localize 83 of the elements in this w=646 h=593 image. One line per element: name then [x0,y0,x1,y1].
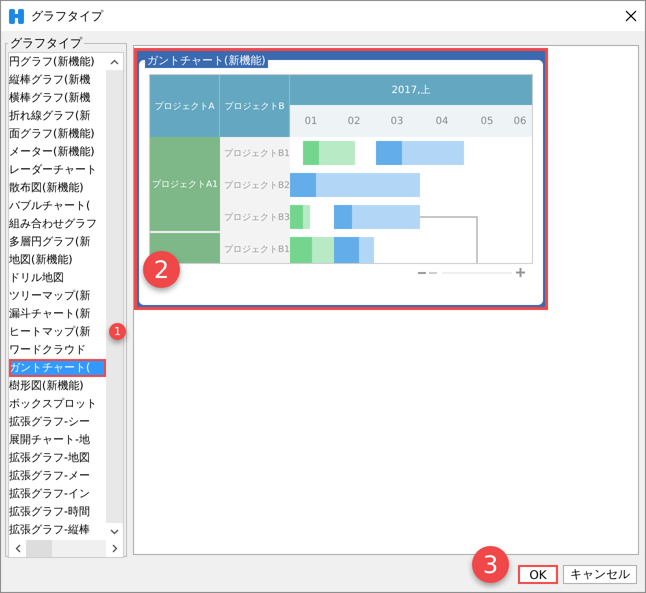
item-label: 縦棒グラフ(新機 [9,72,90,88]
item-label: ガントチャート( [9,360,90,376]
column-header: プロジェクトA [150,75,220,138]
chart-type-item[interactable]: 横棒グラフ(新機 [9,89,106,108]
item-label: 樹形図(新機能) [9,378,84,394]
item-label: ドリル地図 [9,270,64,286]
app-logo-icon [9,8,25,24]
chart-type-item[interactable]: ドリル地図 [9,269,106,288]
chart-type-item[interactable]: 拡張グラフ-シー [9,413,106,432]
item-label: 拡張グラフ-縦棒 [9,522,90,538]
chart-type-item[interactable]: 樹形図(新機能) [9,377,106,396]
item-label: 展開チャート-地 [9,432,90,448]
item-label: 折れ線グラフ(新 [9,108,90,124]
chart-type-item[interactable]: 地図(新機能) [9,251,106,270]
item-label: 横棒グラフ(新機 [9,90,90,106]
horizontal-scrollbar[interactable] [9,540,123,558]
chart-type-item[interactable]: 円グラフ(新機能) [9,53,106,72]
item-label: 拡張グラフ-メー [9,468,90,484]
chart-type-item[interactable]: 拡張グラフ-時間 [9,503,106,522]
item-label: 散布図(新機能) [9,180,84,196]
month-label: 05 [480,116,494,127]
chart-type-item[interactable]: バブルチャート( [9,197,106,216]
chart-type-item[interactable]: 拡張グラフ-縦棒 [9,521,106,540]
scroll-down-icon[interactable] [110,528,119,535]
chart-type-item[interactable]: ツリーマップ(新 [9,287,106,306]
item-label: 拡張グラフ-シー [9,414,90,430]
chart-type-item[interactable]: 展開チャート-地 [9,431,106,450]
task-cell: プロジェクトB1 [220,233,290,264]
month-label: 06 [514,116,526,127]
chart-type-item[interactable]: レーダーチャート [9,161,106,180]
chart-type-item[interactable]: 面グラフ(新機能) [9,125,106,144]
group-label: グラフタイプ [9,35,84,52]
item-label: 組み合わせグラフ [9,216,97,232]
column-header: プロジェクトB [220,75,290,138]
chart-type-item[interactable]: 拡張グラフ-メー [9,467,106,486]
month-label: 02 [348,116,360,127]
close-icon[interactable] [625,10,637,22]
scroll-right-icon[interactable] [112,544,118,554]
preview-title: ガントチャート(新機能) [145,53,268,68]
item-label: ボックスプロット [9,396,97,412]
zoom-out-icon[interactable] [418,270,438,275]
item-label: 地図(新機能) [9,252,73,268]
task-cell: プロジェクトB2 [220,169,290,202]
item-label: バブルチャート( [9,198,90,214]
item-label: メーター(新機能) [9,144,95,160]
task-cell: プロジェクトB3 [220,201,290,234]
chart-type-item[interactable]: 多層円グラフ(新 [9,233,106,252]
task-cell: プロジェクトB1 [220,137,290,170]
item-label: 拡張グラフ-地図 [9,450,90,466]
chart-type-item[interactable]: 組み合わせグラフ [9,215,106,234]
chart-type-item[interactable]: 漏斗チャート(新 [9,305,106,324]
month-label: 01 [304,116,318,127]
chart-type-item[interactable]: ボックスプロット [9,395,106,414]
item-label: 拡張グラフ-時間 [9,504,90,520]
chart-type-item[interactable]: 縦棒グラフ(新機 [9,71,106,90]
item-label: 面グラフ(新機能) [9,126,95,142]
chart-type-item[interactable]: ワードクラウド [9,341,106,360]
zoom-in-icon[interactable] [516,268,525,278]
chart-type-item[interactable]: 拡張グラフ-地図 [9,449,106,468]
item-label: 円グラフ(新機能) [9,54,95,70]
chart-type-item[interactable]: 折れ線グラフ(新 [9,107,106,126]
item-label: ワードクラウド [9,342,86,358]
month-label: 04 [436,116,448,127]
window-title: グラフタイプ [31,8,104,25]
step-badge: 3 [472,546,509,583]
item-label: レーダーチャート [9,162,97,178]
month-label: 03 [390,116,404,127]
item-label: 漏斗チャート(新 [9,306,90,322]
item-label: ヒートマップ(新 [9,324,90,340]
cancel-button[interactable]: キャンセル [563,565,637,584]
scroll-left-icon[interactable] [14,544,20,554]
chart-type-item[interactable]: 散布図(新機能) [9,179,106,198]
group-cell: プロジェクトA1 [150,137,220,234]
period-header: 2017,上 [290,75,532,106]
ok-button[interactable]: OK [518,565,558,584]
chart-type-item[interactable]: 拡張グラフ-イン [9,485,106,504]
chart-type-item[interactable]: ヒートマップ(新 [9,323,106,342]
item-label: ツリーマップ(新 [9,288,90,304]
vertical-scrollbar[interactable] [106,53,123,540]
item-label: 多層円グラフ(新 [9,234,90,250]
chart-type-item[interactable]: メーター(新機能) [9,143,106,162]
item-label: 拡張グラフ-イン [9,486,90,502]
scroll-up-icon[interactable] [110,58,119,65]
